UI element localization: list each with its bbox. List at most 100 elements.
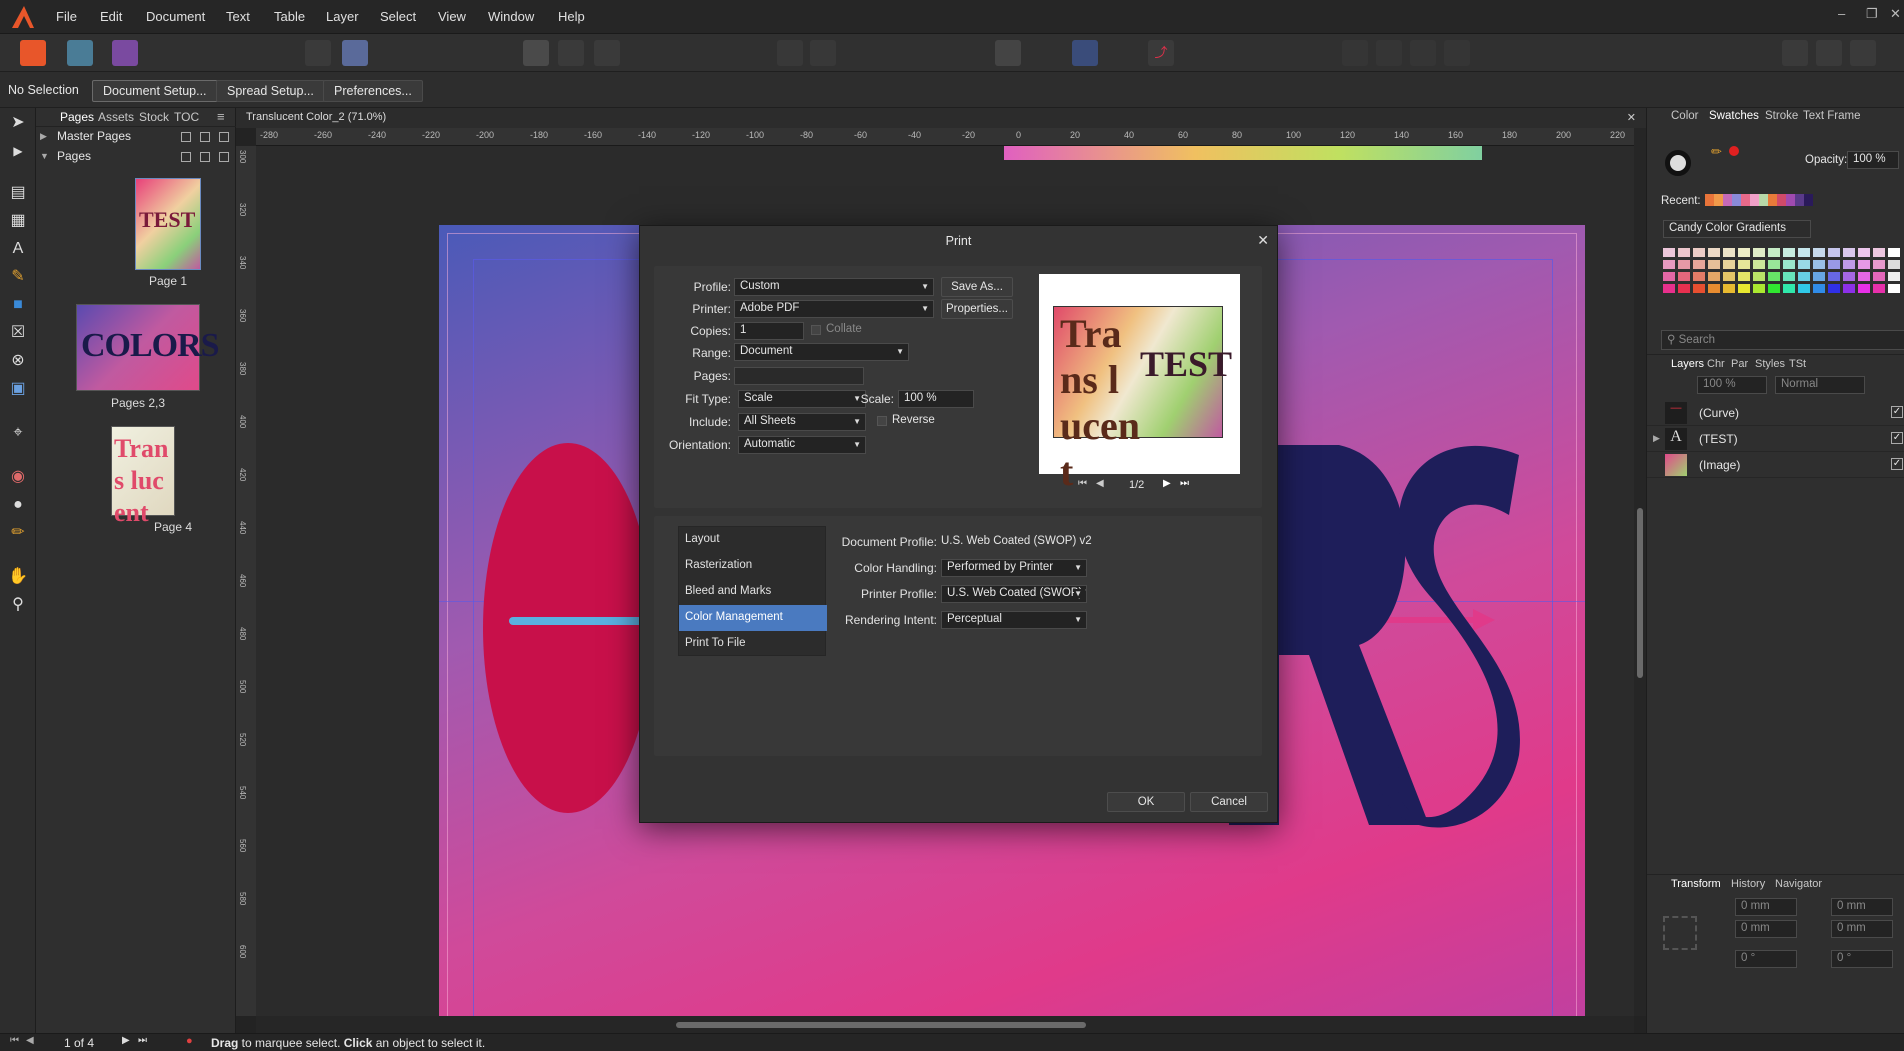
- swatch[interactable]: [1798, 284, 1810, 293]
- expand-layer-icon[interactable]: ▶: [1653, 433, 1660, 444]
- swatch[interactable]: [1813, 248, 1825, 257]
- document-tab[interactable]: Translucent Color_2 (71.0%) ✕: [236, 108, 1646, 128]
- layer-curve-visibility-checkbox[interactable]: ✓: [1891, 406, 1903, 418]
- ellipse-frame-tool-icon[interactable]: ⊗: [7, 350, 29, 372]
- page-4-thumbnail[interactable]: Trans lucent: [111, 426, 175, 527]
- photo-persona-icon[interactable]: [112, 40, 138, 66]
- last-page-icon[interactable]: ⏭: [1180, 478, 1189, 489]
- tab-color[interactable]: Color: [1671, 110, 1698, 122]
- tab-navigator[interactable]: Navigator: [1775, 878, 1822, 890]
- tab-swatches[interactable]: Swatches: [1709, 110, 1759, 122]
- swatch[interactable]: [1663, 248, 1675, 257]
- swatch[interactable]: [1723, 260, 1735, 269]
- preview-icon[interactable]: [995, 40, 1021, 66]
- swatch[interactable]: [1663, 260, 1675, 269]
- swatch[interactable]: [1783, 272, 1795, 281]
- swatch[interactable]: [1888, 248, 1900, 257]
- save-as-button[interactable]: Save As...: [941, 277, 1013, 297]
- ok-button[interactable]: OK: [1107, 792, 1185, 812]
- swatch[interactable]: [1828, 260, 1840, 269]
- vertical-scroll-thumb[interactable]: [1637, 508, 1643, 678]
- menu-file[interactable]: File: [56, 9, 77, 24]
- swatch[interactable]: [1768, 284, 1780, 293]
- menu-edit[interactable]: Edit: [100, 9, 122, 24]
- pages-2-3-thumbnail[interactable]: COLORS: [76, 304, 220, 391]
- artistic-text-tool-icon[interactable]: A: [7, 238, 29, 260]
- transform-x-input[interactable]: 0 mm: [1735, 898, 1797, 916]
- recent-swatch[interactable]: [1786, 194, 1795, 206]
- palette-select[interactable]: Candy Color Gradients: [1663, 220, 1811, 238]
- swatch[interactable]: [1723, 272, 1735, 281]
- swatch[interactable]: [1768, 248, 1780, 257]
- prev-page-icon[interactable]: ◀: [1096, 478, 1104, 489]
- preferences-button[interactable]: Preferences...: [323, 80, 423, 102]
- swatch[interactable]: [1888, 260, 1900, 269]
- designer-persona-icon[interactable]: [67, 40, 93, 66]
- tab-stroke[interactable]: Stroke: [1765, 110, 1798, 122]
- fill-tool-icon[interactable]: ◉: [7, 466, 29, 488]
- nav-color-management[interactable]: Color Management: [679, 605, 827, 631]
- transform-w-input[interactable]: 0 mm: [1831, 898, 1893, 916]
- tab-transform[interactable]: Transform: [1671, 878, 1721, 890]
- swatch[interactable]: [1858, 248, 1870, 257]
- swatch[interactable]: [1708, 284, 1720, 293]
- swatch[interactable]: [1708, 272, 1720, 281]
- preflight-icon[interactable]: ●: [186, 1035, 193, 1047]
- swatch[interactable]: [1783, 284, 1795, 293]
- menu-table[interactable]: Table: [274, 9, 305, 24]
- menu-document[interactable]: Document: [146, 9, 205, 24]
- picture-frame-tool-icon[interactable]: ☒: [7, 322, 29, 344]
- menu-select[interactable]: Select: [380, 9, 416, 24]
- vertical-ruler[interactable]: 300 320 340 360 380 400 420 440 460 480 500 520 540 5…: [236, 146, 256, 1016]
- layer-row-curve[interactable]: — (Curve) ✓: [1647, 400, 1904, 426]
- hand-tool-icon[interactable]: ✋: [7, 566, 29, 588]
- recent-swatch[interactable]: [1795, 194, 1804, 206]
- transform-y-input[interactable]: 0 mm: [1735, 920, 1797, 938]
- align-icon[interactable]: [1342, 40, 1368, 66]
- transparency-tool-icon[interactable]: ●: [7, 494, 29, 516]
- blend-mode-select[interactable]: Normal: [1775, 376, 1865, 394]
- pen-tool-icon[interactable]: ✎: [7, 266, 29, 288]
- next-page-icon[interactable]: ▶: [1163, 478, 1171, 489]
- tab-styles[interactable]: Styles: [1755, 358, 1785, 370]
- swatch[interactable]: [1678, 260, 1690, 269]
- swatch[interactable]: [1723, 248, 1735, 257]
- swatch[interactable]: [1783, 260, 1795, 269]
- menu-view[interactable]: View: [438, 9, 466, 24]
- close-doc-icon[interactable]: ✕: [1627, 111, 1636, 124]
- move-tool-icon[interactable]: ➤: [7, 112, 29, 134]
- last-spread-icon[interactable]: ⏭: [138, 1035, 147, 1046]
- add-page-icon[interactable]: [181, 132, 191, 142]
- layer-test-visibility-checkbox[interactable]: ✓: [1891, 432, 1903, 444]
- dot-icon[interactable]: [810, 40, 836, 66]
- swatch[interactable]: [1873, 284, 1885, 293]
- blue-arrow-line[interactable]: [509, 617, 649, 625]
- orientation-select[interactable]: Automatic ▼: [738, 436, 866, 454]
- tab-layers[interactable]: Layers: [1671, 358, 1704, 370]
- swatch[interactable]: [1873, 272, 1885, 281]
- swatch[interactable]: [1663, 284, 1675, 293]
- home-icon[interactable]: [305, 40, 331, 66]
- swatch[interactable]: [1888, 272, 1900, 281]
- swatch[interactable]: [1843, 272, 1855, 281]
- picker-icon[interactable]: ✏: [1711, 144, 1722, 160]
- duplicate-page-2-icon[interactable]: [200, 152, 210, 162]
- recent-swatch[interactable]: [1723, 194, 1732, 206]
- fit-type-select[interactable]: Scale ▼: [738, 390, 866, 408]
- profile-select[interactable]: Custom ▼: [734, 278, 934, 296]
- brush-icon[interactable]: [342, 40, 368, 66]
- delete-page-2-icon[interactable]: [219, 152, 229, 162]
- printer-select[interactable]: Adobe PDF ▼: [734, 300, 934, 318]
- swatch[interactable]: [1678, 272, 1690, 281]
- transform-r-input[interactable]: 0 °: [1735, 950, 1797, 968]
- swatch[interactable]: [1813, 284, 1825, 293]
- swatch[interactable]: [1858, 260, 1870, 269]
- shape-intersect-icon[interactable]: [1850, 40, 1876, 66]
- circle-icon[interactable]: [558, 40, 584, 66]
- color-dot-icon[interactable]: [1729, 146, 1739, 156]
- nav-bleed-and-marks[interactable]: Bleed and Marks: [679, 579, 827, 605]
- swatch[interactable]: [1738, 284, 1750, 293]
- square-icon[interactable]: [594, 40, 620, 66]
- transform-s-input[interactable]: 0 °: [1831, 950, 1893, 968]
- tab-par[interactable]: Par: [1731, 358, 1748, 370]
